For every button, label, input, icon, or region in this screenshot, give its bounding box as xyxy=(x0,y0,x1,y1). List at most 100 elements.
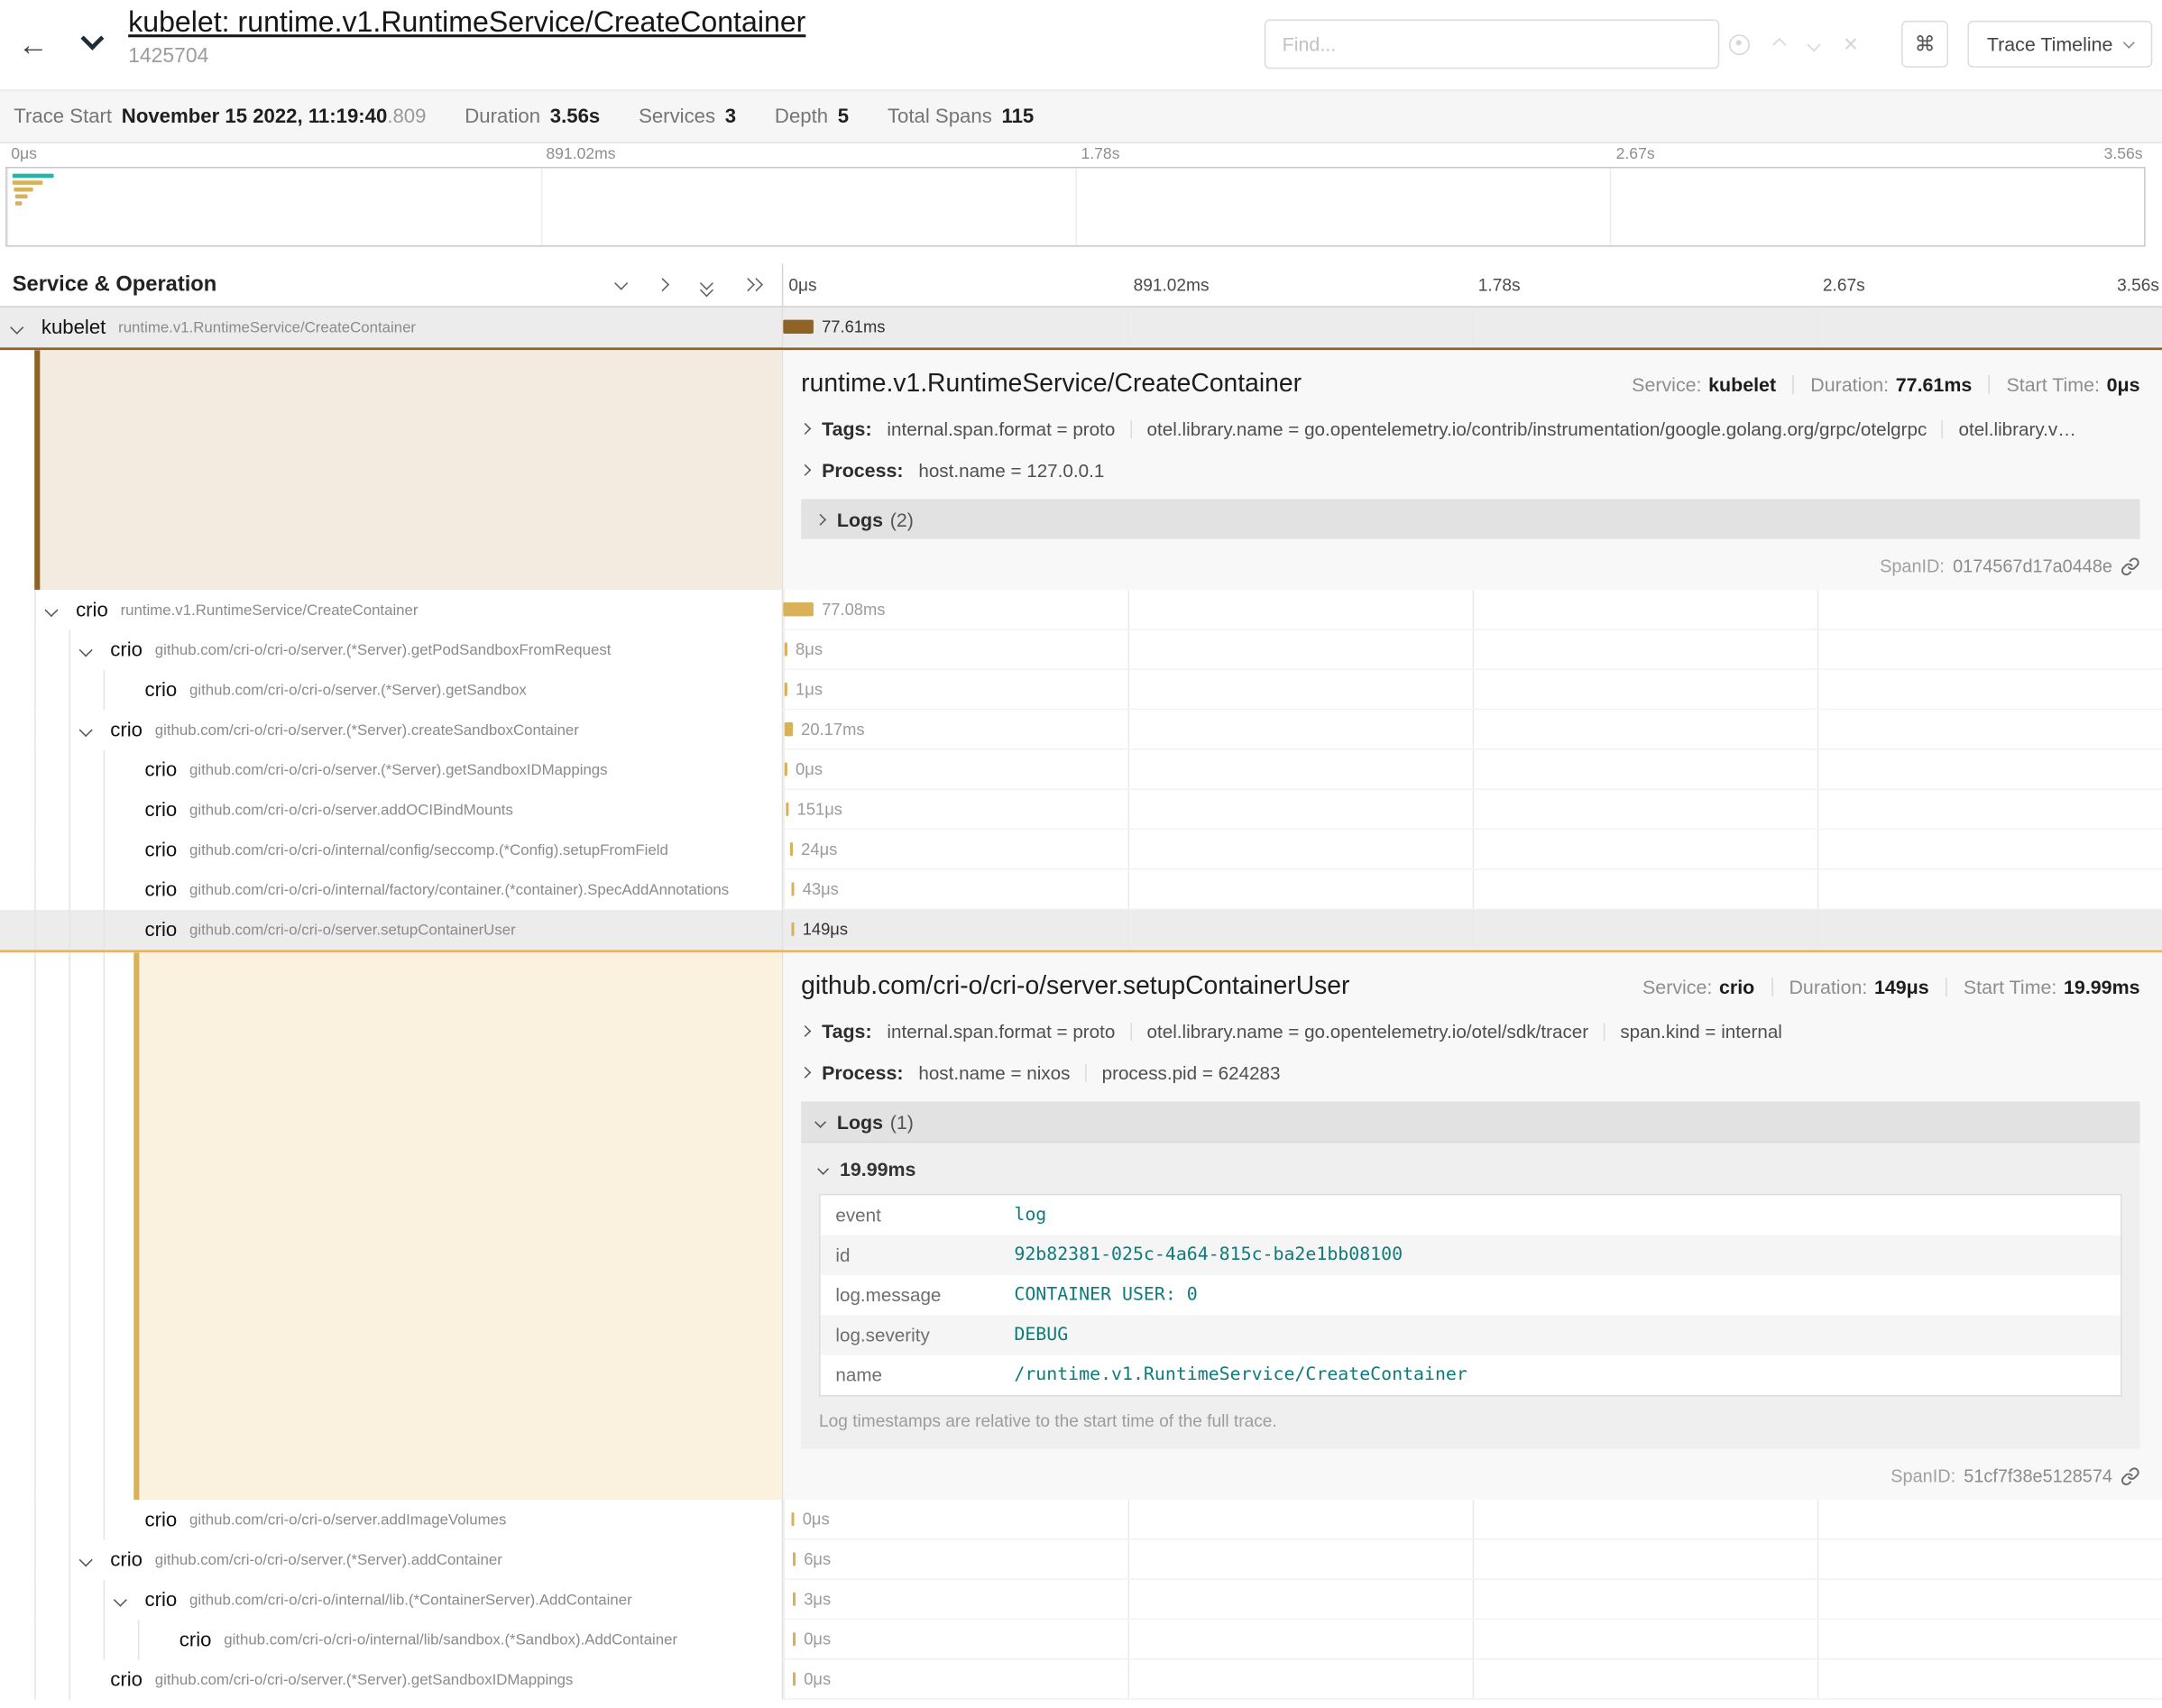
span-row[interactable]: kubeletruntime.v1.RuntimeService/CreateC… xyxy=(0,308,2162,347)
log-entries: 19.99ms eventlogid92b82381-025c-4a64-815… xyxy=(801,1142,2139,1449)
span-name-cell[interactable]: criogithub.com/cri-o/cri-o/internal/conf… xyxy=(0,830,783,869)
span-duration-label: 43μs xyxy=(803,879,839,898)
log-fields-table: eventlogid92b82381-025c-4a64-815c-ba2e1b… xyxy=(819,1194,2122,1397)
find-controls: × xyxy=(1729,19,1858,69)
copy-link-icon[interactable] xyxy=(2121,1466,2139,1485)
span-timeline-cell[interactable]: 0μs xyxy=(783,750,2162,790)
trace-view-selector[interactable]: Trace Timeline xyxy=(1967,21,2152,68)
copy-link-icon[interactable] xyxy=(2121,556,2139,575)
span-row[interactable]: criogithub.com/cri-o/cri-o/internal/fact… xyxy=(0,870,2162,910)
span-name-cell[interactable]: criogithub.com/cri-o/cri-o/server.(*Serv… xyxy=(0,630,783,670)
prev-match-icon[interactable] xyxy=(1772,37,1786,51)
span-row[interactable]: criogithub.com/cri-o/cri-o/internal/lib.… xyxy=(0,1580,2162,1620)
trace-collapse-toggle[interactable] xyxy=(80,28,111,59)
span-timeline-cell[interactable]: 149μs xyxy=(783,910,2162,950)
process-section-toggle[interactable]: Process: host.name = nixosprocess.pid = … xyxy=(801,1061,2139,1083)
span-timeline-cell[interactable]: 77.08ms xyxy=(783,590,2162,629)
row-collapse-icon[interactable] xyxy=(11,321,23,334)
span-name-cell[interactable]: kubeletruntime.v1.RuntimeService/CreateC… xyxy=(0,308,783,347)
span-detail-row: runtime.v1.RuntimeService/CreateContaine… xyxy=(0,347,2162,590)
span-name-cell[interactable]: criogithub.com/cri-o/cri-o/server.(*Serv… xyxy=(0,750,783,790)
span-timeline-cell[interactable]: 0μs xyxy=(783,1620,2162,1659)
focus-matches-icon[interactable] xyxy=(1729,33,1750,54)
span-timeline-cell[interactable]: 6μs xyxy=(783,1540,2162,1580)
indent-guide xyxy=(104,790,106,830)
indent-guide xyxy=(34,830,36,869)
collapse-all-icon[interactable] xyxy=(698,275,717,294)
collapse-one-icon[interactable] xyxy=(612,275,631,294)
span-row[interactable]: criogithub.com/cri-o/cri-o/server.(*Serv… xyxy=(0,1540,2162,1580)
span-operation-name: github.com/cri-o/cri-o/internal/config/s… xyxy=(189,841,676,858)
span-timeline-cell[interactable]: 24μs xyxy=(783,830,2162,869)
tags-section-toggle[interactable]: Tags: internal.span.format = protootel.l… xyxy=(801,1020,2139,1042)
span-timeline-cell[interactable]: 0μs xyxy=(783,1500,2162,1539)
span-name-cell[interactable]: crioruntime.v1.RuntimeService/CreateCont… xyxy=(0,590,783,629)
clear-search-icon[interactable]: × xyxy=(1844,32,1858,57)
tags-section-toggle[interactable]: Tags: internal.span.format = protootel.l… xyxy=(801,418,2139,439)
expand-one-icon[interactable] xyxy=(655,275,674,294)
log-entry-toggle[interactable]: 19.99ms xyxy=(819,1158,2122,1180)
trace-title-link[interactable]: kubelet: runtime.v1.RuntimeService/Creat… xyxy=(128,7,805,41)
span-name-cell[interactable]: criogithub.com/cri-o/cri-o/server.(*Serv… xyxy=(0,710,783,749)
span-row[interactable]: criogithub.com/cri-o/cri-o/internal/conf… xyxy=(0,830,2162,869)
row-collapse-icon[interactable] xyxy=(45,603,58,616)
span-row[interactable]: criogithub.com/cri-o/cri-o/server.(*Serv… xyxy=(0,750,2162,790)
summary-label: Trace Start xyxy=(14,106,112,127)
span-row[interactable]: criogithub.com/cri-o/cri-o/server.addIma… xyxy=(0,1500,2162,1539)
span-row[interactable]: criogithub.com/cri-o/cri-o/server.setupC… xyxy=(0,910,2162,950)
span-row[interactable]: criogithub.com/cri-o/cri-o/server.(*Serv… xyxy=(0,710,2162,749)
span-duration-label: 77.08ms xyxy=(822,600,885,619)
span-service-name: crio xyxy=(145,879,178,901)
span-row[interactable]: criogithub.com/cri-o/cri-o/server.(*Serv… xyxy=(0,1660,2162,1700)
span-name-cell[interactable]: criogithub.com/cri-o/cri-o/server.addIma… xyxy=(0,1500,783,1539)
expand-all-icon[interactable] xyxy=(741,275,759,294)
find-input[interactable] xyxy=(1265,19,1719,69)
next-match-icon[interactable] xyxy=(1807,37,1820,51)
span-timeline-cell[interactable]: 151μs xyxy=(783,790,2162,830)
row-collapse-icon[interactable] xyxy=(79,723,92,736)
span-name-cell[interactable]: criogithub.com/cri-o/cri-o/internal/lib.… xyxy=(0,1580,783,1620)
summary-label: Services xyxy=(639,106,715,127)
span-row[interactable]: criogithub.com/cri-o/cri-o/server.addOCI… xyxy=(0,790,2162,830)
span-row[interactable]: criogithub.com/cri-o/cri-o/server.(*Serv… xyxy=(0,670,2162,710)
span-name-cell[interactable]: criogithub.com/cri-o/cri-o/server.(*Serv… xyxy=(0,1660,783,1700)
minimap-span-bar xyxy=(15,201,23,206)
summary-value: 5 xyxy=(838,106,849,127)
logs-section-toggle[interactable]: Logs (2) xyxy=(801,499,2139,538)
span-name-cell[interactable]: criogithub.com/cri-o/cri-o/server.addOCI… xyxy=(0,790,783,830)
span-color-bar xyxy=(34,350,40,590)
span-row[interactable]: criogithub.com/cri-o/cri-o/server.(*Serv… xyxy=(0,630,2162,670)
summary-value-ms: .809 xyxy=(387,106,426,127)
span-name-cell[interactable]: criogithub.com/cri-o/cri-o/server.(*Serv… xyxy=(0,670,783,710)
back-button[interactable]: ← xyxy=(0,0,66,89)
span-timeline-cell[interactable]: 77.61ms xyxy=(783,308,2162,347)
duration-value: 149μs xyxy=(1874,976,1929,997)
log-timestamps-note: Log timestamps are relative to the start… xyxy=(819,1411,2122,1430)
minimap-scrubber[interactable] xyxy=(5,167,2146,247)
span-name-cell[interactable]: criogithub.com/cri-o/cri-o/internal/lib/… xyxy=(0,1620,783,1659)
span-operation-name: runtime.v1.RuntimeService/CreateContaine… xyxy=(118,319,424,335)
span-name-cell[interactable]: criogithub.com/cri-o/cri-o/server.(*Serv… xyxy=(0,1540,783,1580)
span-timeline-cell[interactable]: 3μs xyxy=(783,1580,2162,1620)
trace-view-label: Trace Timeline xyxy=(1987,33,2113,55)
timeline-tick-label: 3.56s xyxy=(2117,276,2159,295)
row-collapse-icon[interactable] xyxy=(114,1593,126,1606)
row-collapse-icon[interactable] xyxy=(79,1553,92,1566)
logs-section-toggle[interactable]: Logs (1) xyxy=(801,1101,2139,1141)
span-row[interactable]: crioruntime.v1.RuntimeService/CreateCont… xyxy=(0,590,2162,629)
span-row[interactable]: criogithub.com/cri-o/cri-o/internal/lib/… xyxy=(0,1620,2162,1659)
span-name-cell[interactable]: criogithub.com/cri-o/cri-o/server.setupC… xyxy=(0,910,783,950)
span-timeline-cell[interactable]: 1μs xyxy=(783,670,2162,710)
row-collapse-icon[interactable] xyxy=(79,643,92,656)
span-timeline-cell[interactable]: 20.17ms xyxy=(783,710,2162,749)
span-timeline-cell[interactable]: 43μs xyxy=(783,870,2162,910)
process-section-toggle[interactable]: Process: host.name = 127.0.0.1 xyxy=(801,459,2139,481)
span-timeline-cell[interactable]: 0μs xyxy=(783,1660,2162,1700)
span-timeline-cell[interactable]: 8μs xyxy=(783,630,2162,670)
span-id-value: 51cf7f38e5128574 xyxy=(1964,1465,2112,1486)
span-service-name: crio xyxy=(145,1589,178,1611)
keyboard-shortcuts-button[interactable]: ⌘ xyxy=(1901,21,1948,68)
span-duration-bar xyxy=(793,1552,796,1566)
divider xyxy=(1085,1063,1087,1081)
span-name-cell[interactable]: criogithub.com/cri-o/cri-o/internal/fact… xyxy=(0,870,783,910)
